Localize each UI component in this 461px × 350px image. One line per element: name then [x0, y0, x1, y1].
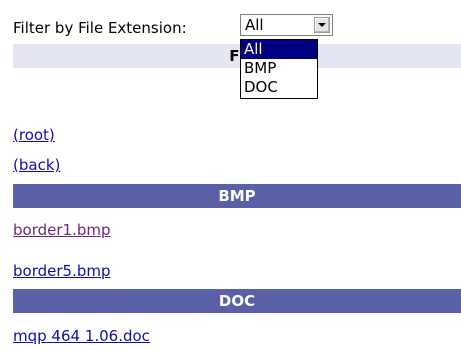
extension-select-value: All	[245, 16, 264, 34]
filter-label: Filter by File Extension:	[13, 19, 187, 37]
extension-select[interactable]: All	[240, 14, 333, 36]
dropdown-option-all[interactable]: All	[241, 40, 317, 59]
file-browser-page: Filter by File Extension: All Fi All BMP…	[0, 0, 461, 350]
group-header-bmp: BMP	[13, 184, 461, 208]
file-link[interactable]: border1.bmp	[13, 220, 111, 240]
group-header-label: DOC	[218, 292, 256, 310]
dropdown-option-bmp[interactable]: BMP	[241, 59, 317, 78]
root-link[interactable]: (root)	[13, 125, 55, 145]
group-header-doc: DOC	[13, 289, 461, 313]
table-header: Fi	[13, 44, 461, 68]
group-header-label: BMP	[218, 187, 256, 205]
extension-dropdown-list: All BMP DOC	[240, 39, 318, 99]
file-link[interactable]: mqp 464 1.06.doc	[13, 326, 150, 346]
dropdown-option-doc[interactable]: DOC	[241, 78, 317, 97]
back-link[interactable]: (back)	[13, 155, 60, 175]
chevron-down-icon[interactable]	[314, 17, 330, 33]
file-link[interactable]: border5.bmp	[13, 261, 111, 281]
